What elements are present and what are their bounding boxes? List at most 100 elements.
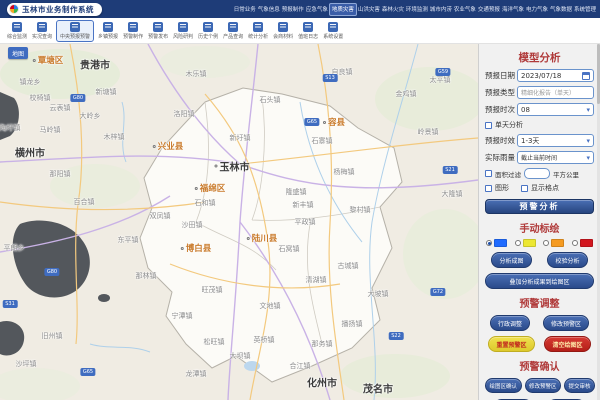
grid-checkbox[interactable] — [521, 185, 528, 192]
map-county-label: 陆川县 — [247, 232, 278, 244]
map-city-label-text: 茂名市 — [363, 381, 393, 396]
toolbar-item-label: 系统设置 — [323, 33, 343, 40]
color-radio[interactable] — [572, 240, 578, 246]
nav-item-交通预报[interactable]: 交通预报 — [477, 3, 501, 15]
panel-button-绘图区确认[interactable]: 绘图区确认 — [485, 378, 522, 393]
chevron-down-icon: ▾ — [586, 137, 590, 145]
nav-item-气象信息[interactable]: 气象信息 — [257, 3, 281, 15]
area-filter-input[interactable] — [524, 168, 550, 179]
nav-item-气象数据[interactable]: 气象数据 — [549, 3, 573, 15]
panel-button-校验分析[interactable]: 校验分析 — [547, 252, 587, 268]
calendar-icon[interactable] — [582, 72, 590, 80]
toolbar-item-风险研判[interactable]: 风险研判 — [172, 21, 194, 41]
color-chip — [551, 239, 564, 247]
draw-color-option[interactable] — [486, 239, 507, 247]
nav-item-系统管理[interactable]: 系统管理 — [573, 3, 597, 15]
draw-color-option[interactable] — [515, 239, 536, 247]
panel-button-行政调整[interactable]: 行政调整 — [490, 315, 530, 331]
forecast-period-select[interactable]: 1-3天 ▾ — [517, 134, 594, 147]
app-window: 玉林市业务制作系统 日常业务气象信息预报制作应急气象地质灾害山洪灾害森林火灾环境… — [0, 0, 600, 400]
adjust-title: 预警调整 — [485, 295, 594, 310]
nav-item-农业气象[interactable]: 农业气象 — [453, 3, 477, 15]
toolbar-item-预警制作[interactable]: 预警制作 — [122, 21, 144, 41]
panel-button-提交审核[interactable]: 提交审核 — [564, 378, 595, 393]
toolbar-item-实况查询[interactable]: 实况查询 — [31, 21, 53, 41]
analyze-button[interactable]: 预警分析 — [485, 199, 594, 214]
map-town-label-text: 双凤镇 — [150, 211, 171, 221]
actual-rain-label: 实际雨量 — [485, 152, 517, 163]
map-town-label: 大坡镇 — [368, 289, 389, 299]
color-radio[interactable] — [543, 240, 549, 246]
map-layer-button[interactable]: 地图 — [8, 47, 28, 59]
shape-checkbox[interactable] — [485, 185, 492, 192]
area-filter-row: 面积过滤 平方公里 — [485, 168, 594, 179]
map-town-label-text: 平朗乡 — [4, 243, 25, 253]
toolbar-item-系统设置[interactable]: 系统设置 — [322, 21, 344, 41]
analysis-panel: 模型分析 预报日期 2023/07/18 预报类型 精细化报告（单天） 预报时次… — [478, 44, 600, 400]
nav-item-森林火灾[interactable]: 森林火灾 — [381, 3, 405, 15]
panel-button-分析成图[interactable]: 分析成图 — [491, 252, 531, 268]
toolbar-item-统计分析[interactable]: 统计分析 — [247, 21, 269, 41]
map-town-label-text: 那林镇 — [136, 271, 157, 281]
toolbar-item-label: 产品查询 — [223, 33, 243, 40]
nav-item-应急气象[interactable]: 应急气象 — [305, 3, 329, 15]
toolbar-item-乡镇预报[interactable]: 乡镇预报 — [97, 21, 119, 41]
single-day-checkbox[interactable] — [485, 122, 492, 129]
area-filter-checkbox[interactable] — [485, 170, 492, 177]
nav-item-地质灾害[interactable]: 地质灾害 — [329, 3, 357, 16]
overlay-button[interactable]: 叠加分析成果到绘图区 — [485, 273, 594, 289]
panel-button-修改预警区[interactable]: 修改预警区 — [543, 315, 589, 331]
reset-warning-button[interactable]: 重置预警区 — [488, 336, 534, 352]
map-town-label-text: 清湖镇 — [306, 275, 327, 285]
nav-item-日常业务[interactable]: 日常业务 — [233, 3, 257, 15]
draw-color-option[interactable] — [543, 239, 564, 247]
nav-item-电力气象[interactable]: 电力气象 — [525, 3, 549, 15]
nav-item-山洪灾害[interactable]: 山洪灾害 — [357, 3, 381, 15]
chevron-down-icon: ▾ — [586, 106, 590, 114]
map-town-label-text: 木梓镇 — [104, 132, 125, 142]
toolbar-item-综合监测[interactable]: 综合监测 — [6, 21, 28, 41]
toolbar-item-产品查询[interactable]: 产品查询 — [222, 21, 244, 41]
map-town-label-text: 杨梅镇 — [334, 167, 355, 177]
clear-canvas-button[interactable]: 清空绘图区 — [544, 336, 590, 352]
map-town-label: 大坝镇 — [230, 351, 251, 361]
actual-rain-select[interactable]: 截止当前时间 ▾ — [517, 151, 594, 164]
nav-item-城市内涝[interactable]: 城市内涝 — [429, 3, 453, 15]
forecast-type-row: 预报类型 精细化报告（单天） — [485, 86, 594, 99]
forecast-type-input[interactable]: 精细化报告（单天） — [517, 86, 594, 99]
map-town-label: 洛阳镇 — [174, 109, 195, 119]
map-canvas[interactable]: 地图 贵港市横州市玉林市化州市茂名市覃塘区兴业县容县福绵区陆川县博白县镇龙乡新塘… — [0, 44, 478, 400]
toolbar-item-会商材料[interactable]: 会商材料 — [272, 21, 294, 41]
color-radio[interactable] — [515, 240, 521, 246]
map-town-label-text: 镇龙乡 — [20, 77, 41, 87]
map-city-label-text: 贵港市 — [80, 57, 110, 72]
color-radio[interactable] — [486, 240, 492, 246]
actual-rain-row: 实际雨量 截止当前时间 ▾ — [485, 151, 594, 164]
map-town-label-text: 宁潭镇 — [172, 311, 193, 321]
toolbar-item-值班日志[interactable]: 值班日志 — [297, 21, 319, 41]
map-town-label: 清湖镇 — [306, 275, 327, 285]
actual-rain-value: 截止当前时间 — [521, 153, 586, 162]
forecast-period-value: 1-3天 — [521, 136, 586, 146]
place-marker-dot — [33, 59, 36, 62]
map-county-label-text: 兴业县 — [158, 140, 184, 152]
map-town-label-text: 合江镇 — [290, 361, 311, 371]
map-town-label: 新圩镇 — [230, 133, 251, 143]
toolbar-item-预警发布[interactable]: 预警发布 — [147, 21, 169, 41]
nav-item-预报制作[interactable]: 预报制作 — [281, 3, 305, 15]
color-chip — [523, 239, 536, 247]
map-town-label: 播扬镇 — [342, 319, 363, 329]
document-icon — [178, 22, 188, 32]
draw-color-option[interactable] — [572, 239, 593, 247]
nav-item-海洋气象[interactable]: 海洋气象 — [501, 3, 525, 15]
forecast-date-input[interactable]: 2023/07/18 — [517, 69, 594, 82]
nav-item-环境监测[interactable]: 环境监测 — [405, 3, 429, 15]
map-town-label: 云表镇 — [50, 103, 71, 113]
panel-button-修改预警区[interactable]: 修改预警区 — [525, 378, 562, 393]
map-city-label: 化州市 — [307, 375, 337, 390]
map-town-label: 大岭乡 — [80, 111, 101, 121]
toolbar-item-历史个例[interactable]: 历史个例 — [197, 21, 219, 41]
toolbar-item-中央预报预警[interactable]: 中央预报预警 — [56, 20, 94, 42]
panel-title: 模型分析 — [485, 50, 594, 65]
forecast-hour-select[interactable]: 08 ▾ — [517, 103, 594, 116]
